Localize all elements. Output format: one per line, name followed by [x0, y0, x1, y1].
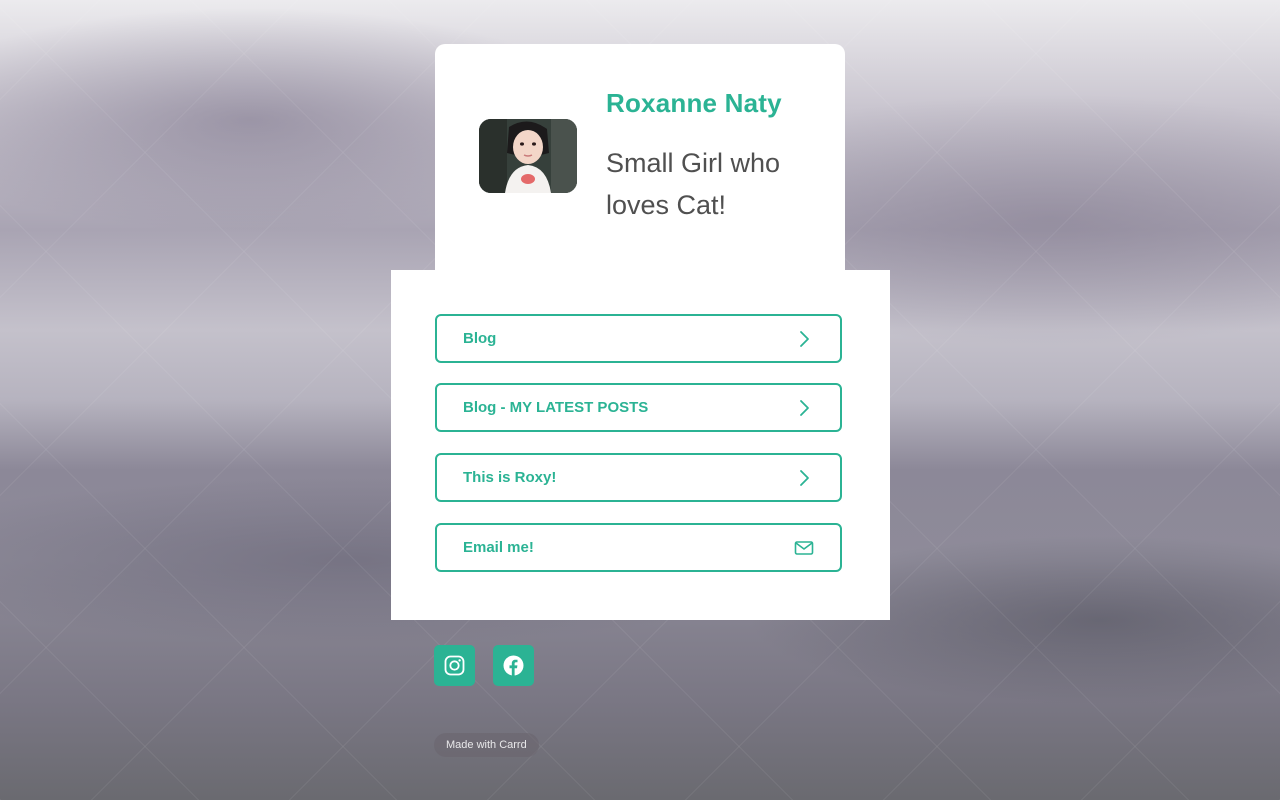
- chevron-right-icon: [800, 470, 809, 486]
- email-link-button[interactable]: Email me!: [435, 523, 842, 572]
- instagram-button[interactable]: [434, 645, 475, 686]
- profile-bio: Small Girl who loves Cat!: [606, 148, 781, 220]
- mail-icon: [794, 541, 814, 555]
- link-label: Blog: [463, 330, 497, 347]
- chevron-right-icon: [800, 331, 809, 347]
- latest-posts-link-button[interactable]: Blog - MY LATEST POSTS: [435, 383, 842, 432]
- profile-name: Roxanne Naty: [606, 88, 782, 118]
- chevron-right-icon: [800, 400, 809, 416]
- instagram-icon: [444, 655, 465, 676]
- facebook-button[interactable]: [493, 645, 534, 686]
- link-label: This is Roxy!: [463, 469, 557, 486]
- made-with-carrd-link[interactable]: Made with Carrd: [434, 733, 539, 757]
- link-label: Blog - MY LATEST POSTS: [463, 399, 649, 416]
- facebook-icon: [503, 655, 524, 676]
- avatar: [479, 119, 577, 193]
- link-label: Email me!: [463, 539, 534, 556]
- links-card: Blog Blog - MY LATEST POSTS This is Roxy…: [391, 270, 890, 620]
- this-is-roxy-link-button[interactable]: This is Roxy!: [435, 453, 842, 502]
- blog-link-button[interactable]: Blog: [435, 314, 842, 363]
- profile-card: Roxanne Naty Small Girl who loves Cat!: [435, 44, 845, 270]
